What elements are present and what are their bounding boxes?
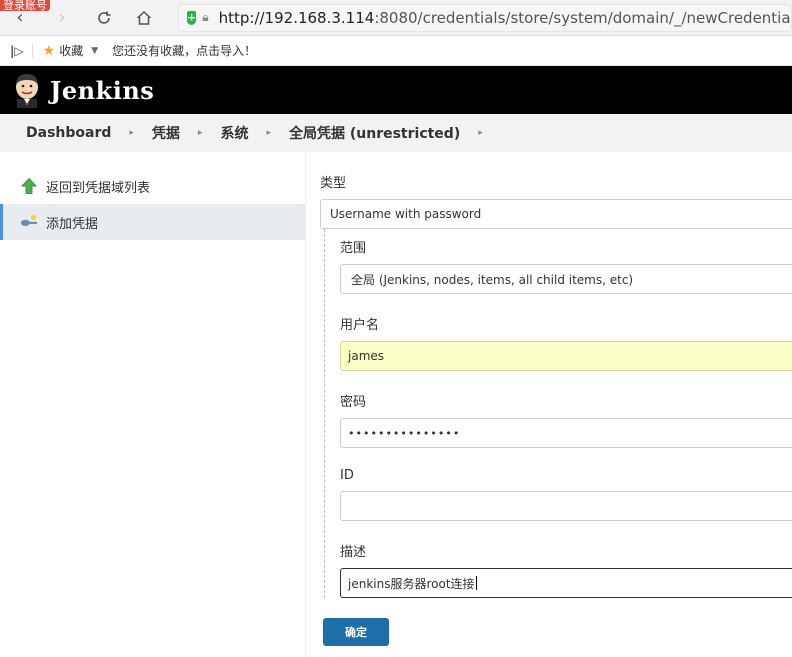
sidebar: 返回到凭据域列表 添加凭据 (0, 152, 306, 657)
jenkins-logo-icon[interactable] (12, 72, 42, 108)
forward-icon[interactable]: › (50, 6, 74, 30)
breadcrumb-item-credentials[interactable]: 凭据 (152, 123, 180, 143)
address-bar[interactable]: + 🔒︎ http://192.168.3.114:8080/credentia… (178, 3, 792, 32)
breadcrumb-item-global-credentials[interactable]: 全局凭据 (unrestricted) (289, 123, 460, 143)
breadcrumb-item-system[interactable]: 系统 (220, 123, 248, 143)
chevron-right-icon[interactable]: ▸ (478, 128, 483, 138)
description-field[interactable]: jenkins服务器root连接 (340, 568, 792, 598)
chevron-down-icon[interactable]: ▼ (91, 46, 98, 56)
scope-select[interactable]: 全局 (Jenkins, nodes, items, all child ite… (340, 264, 792, 294)
bookmark-bar: |▷ ★ 收藏 ▼ 您还没有收藏，点击导入！ (0, 36, 792, 66)
text-cursor (475, 576, 477, 590)
chevron-right-icon[interactable]: ▸ (198, 128, 203, 138)
sidebar-item-label: 添加凭据 (46, 216, 99, 232)
login-badge[interactable]: 登录账号 (0, 0, 50, 11)
url-text[interactable]: http://192.168.3.114:8080/credentials/st… (218, 8, 792, 27)
shield-icon[interactable]: + (187, 10, 197, 25)
home-icon[interactable] (132, 6, 156, 30)
password-field[interactable]: ••••••••••••••• (340, 418, 792, 448)
page-content: 返回到凭据域列表 添加凭据 类型 Username with password … (0, 152, 792, 657)
chevron-right-icon[interactable]: ▸ (129, 128, 134, 138)
bookmarks-menu[interactable]: 收藏 (59, 42, 83, 59)
username-field[interactable]: james (340, 341, 792, 371)
sidebar-item-label: 返回到凭据域列表 (46, 180, 151, 196)
key-icon (20, 213, 38, 231)
description-value: jenkins服务器root连接 (348, 576, 475, 591)
scope-label: 范围 (340, 241, 367, 256)
bookmarks-import-hint[interactable]: 您还没有收藏，点击导入！ (112, 42, 256, 59)
divider (31, 43, 33, 58)
breadcrumb-item-dashboard[interactable]: Dashboard (26, 125, 111, 141)
insecure-lock-icon[interactable]: 🔒︎ (202, 10, 208, 25)
password-label: 密码 (340, 395, 367, 410)
up-arrow-icon (20, 177, 38, 195)
sidebar-toggle-icon[interactable]: |▷ (10, 44, 24, 58)
reload-icon[interactable] (92, 6, 116, 30)
star-icon[interactable]: ★ (43, 43, 56, 59)
browser-toolbar: 登录账号 ‹ › + 🔒︎ http://192.168.3.114:8080/… (0, 0, 792, 36)
breadcrumb: Dashboard ▸ 凭据 ▸ 系统 ▸ 全局凭据 (unrestricted… (0, 114, 792, 152)
id-field[interactable] (340, 491, 792, 521)
description-label: 描述 (340, 545, 367, 560)
app-title[interactable]: Jenkins (50, 76, 154, 105)
id-label: ID (340, 468, 354, 483)
url-host: http://192.168.3.114 (218, 8, 375, 27)
username-label: 用户名 (340, 318, 380, 333)
jenkins-header: Jenkins (0, 66, 792, 114)
sidebar-item-add-credentials[interactable]: 添加凭据 (0, 204, 305, 240)
chevron-right-icon[interactable]: ▸ (266, 128, 271, 138)
password-value: ••••••••••••••• (348, 426, 461, 440)
kind-label: 类型 (320, 176, 347, 191)
credentials-form: 类型 Username with password 范围 全局 (Jenkins… (306, 152, 792, 657)
kind-select[interactable]: Username with password (320, 199, 792, 229)
sidebar-item-back-to-domains[interactable]: 返回到凭据域列表 (0, 168, 305, 204)
submit-button[interactable]: 确定 (323, 618, 389, 646)
kind-settings-section: 范围 全局 (Jenkins, nodes, items, all child … (324, 229, 792, 598)
url-path: :8080/credentials/store/system/domain/_/… (374, 8, 792, 27)
